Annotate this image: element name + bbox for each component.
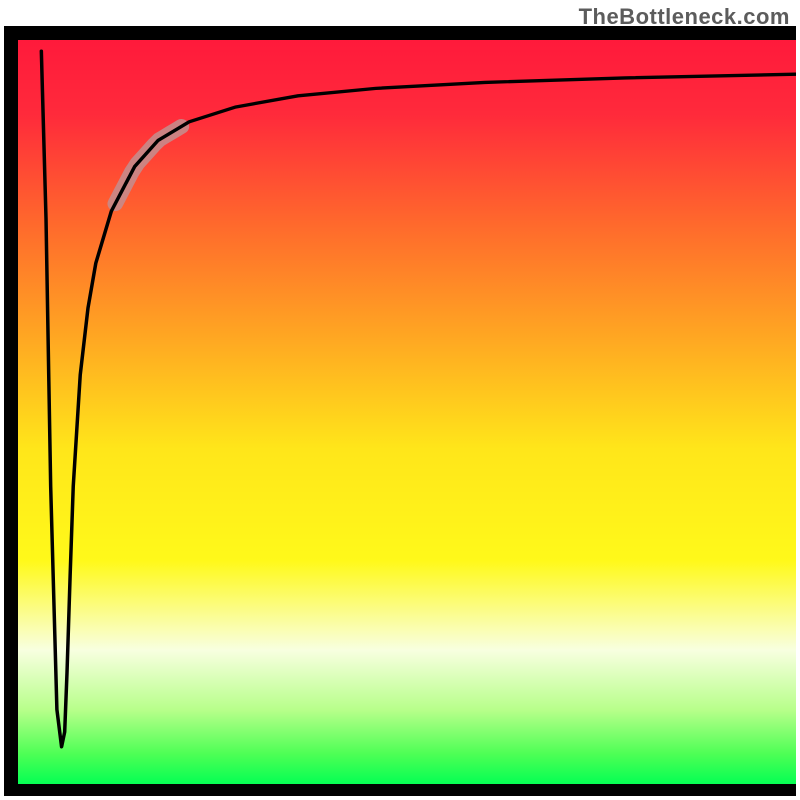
plot-frame — [4, 26, 796, 796]
chart-stage: TheBottleneck.com — [0, 0, 800, 800]
watermark-text: TheBottleneck.com — [579, 4, 790, 30]
curve-layer — [18, 40, 796, 784]
plot-area — [18, 40, 796, 784]
curve-highlight-segment — [115, 126, 181, 203]
